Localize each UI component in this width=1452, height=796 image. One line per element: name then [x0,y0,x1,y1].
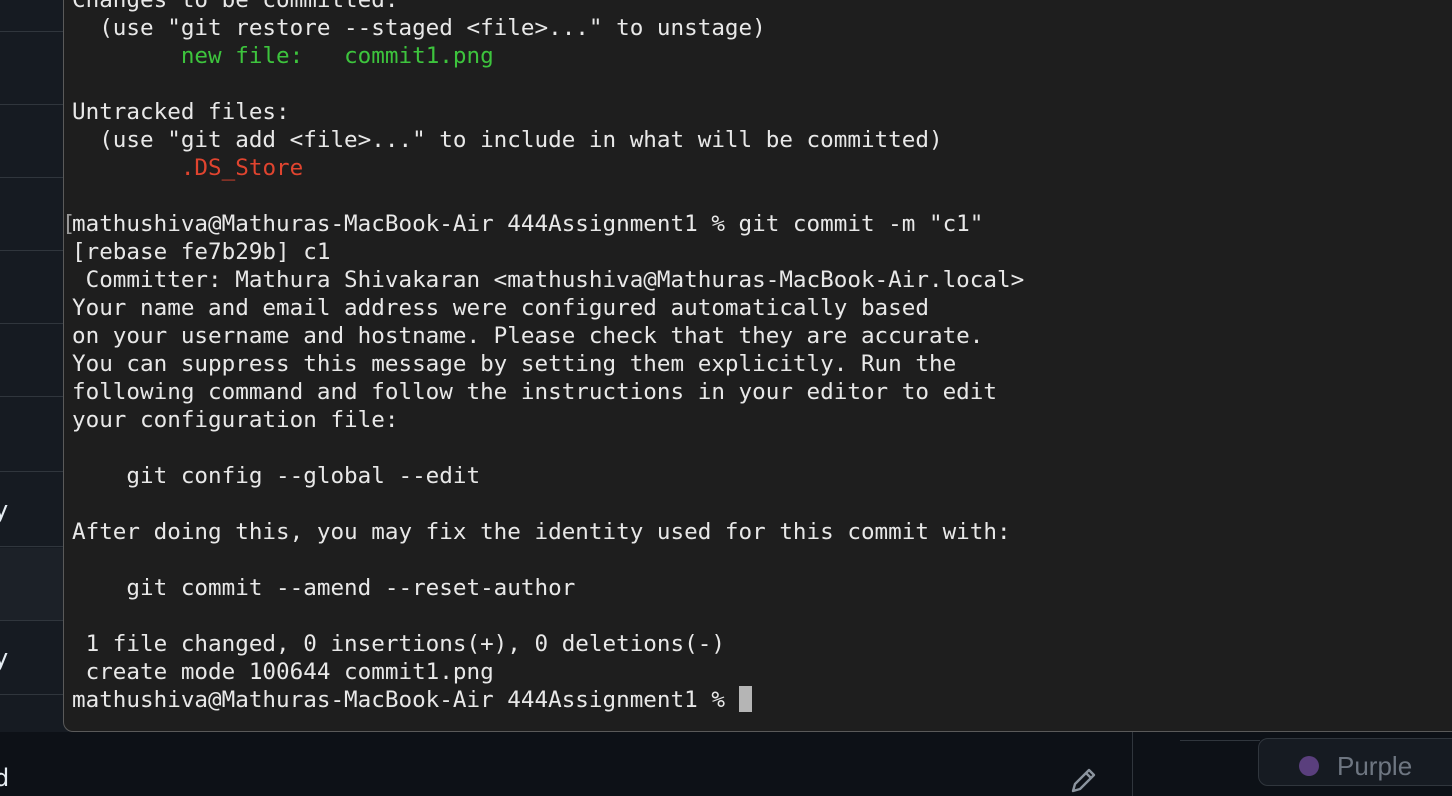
label-chip-text: Purple [1337,751,1413,781]
background-list-row[interactable]: y [0,622,70,695]
terminal-window[interactable]: Changes to be committed: (use "git resto… [63,0,1452,732]
terminal-prompt-line[interactable]: mathushiva@Mathuras-MacBook-Air 444Assig… [72,686,1452,714]
terminal-line: git config --global --edit [72,463,481,489]
background-panel-divider [1132,732,1133,796]
terminal-line: .DS_Store [72,154,1452,182]
background-list-row[interactable] [0,105,70,178]
background-list-row[interactable]: y [0,474,70,547]
background-row-text: y [0,644,9,672]
terminal-line: following command and follow the instruc… [72,379,997,405]
terminal-line: You can suppress this message by setting… [72,351,957,377]
terminal-line: [rebase fe7b29b] c1 [72,239,331,265]
terminal-line: 1 file changed, 0 insertions(+), 0 delet… [72,631,725,657]
terminal-output: Changes to be committed: (use "git resto… [64,0,1452,714]
terminal-line: mathushiva@Mathuras-MacBook-Air 444Assig… [72,211,984,237]
background-list-row[interactable] [0,251,70,324]
staged-file-entry: new file: commit1.png [181,43,494,69]
terminal-line: Committer: Mathura Shivakaran <mathushiv… [72,267,1025,293]
background-list-row[interactable] [0,32,70,105]
terminal-line: Untracked files: [72,99,290,125]
background-list-row[interactable] [0,324,70,397]
background-divider [1180,740,1260,741]
terminal-line: new file: commit1.png [72,42,1452,70]
terminal-line: create mode 100644 commit1.png [72,659,494,685]
shell-prompt: mathushiva@Mathuras-MacBook-Air 444Assig… [72,687,739,713]
label-chip-purple[interactable]: Purple [1258,738,1452,786]
background-footer-text: d [0,764,10,792]
desktop: y y d Purple Changes to be committed: (u… [0,0,1452,796]
file-name: .DS_Store [180,155,304,181]
terminal-line: on your username and hostname. Please ch… [72,323,984,349]
terminal-line: (use "git restore --staged <file>..." to… [72,15,766,41]
untracked-file-entry: .DS_Store [181,155,303,181]
text-cursor [738,686,752,712]
terminal-line: your configuration file: [72,407,399,433]
file-name: commit1.png [344,43,494,69]
background-list-row[interactable] [0,0,70,32]
terminal-line: Changes to be committed: [72,0,399,13]
background-list-row[interactable] [0,399,70,472]
background-row-text: y [0,496,9,524]
background-app-footer [0,732,1452,796]
terminal-line: After doing this, you may fix the identi… [72,519,1011,545]
background-list-row[interactable] [0,178,70,251]
terminal-line: (use "git add <file>..." to include in w… [72,127,943,153]
line-mark-icon: [ [63,212,76,237]
color-dot-icon [1299,756,1319,776]
terminal-line: git commit --amend --reset-author [72,575,576,601]
terminal-line: Your name and email address were configu… [72,295,929,321]
file-status: new file: [180,43,304,69]
pencil-icon[interactable] [1068,764,1100,796]
background-list-row[interactable] [0,548,70,621]
background-app-sidebar: y y [0,0,70,740]
